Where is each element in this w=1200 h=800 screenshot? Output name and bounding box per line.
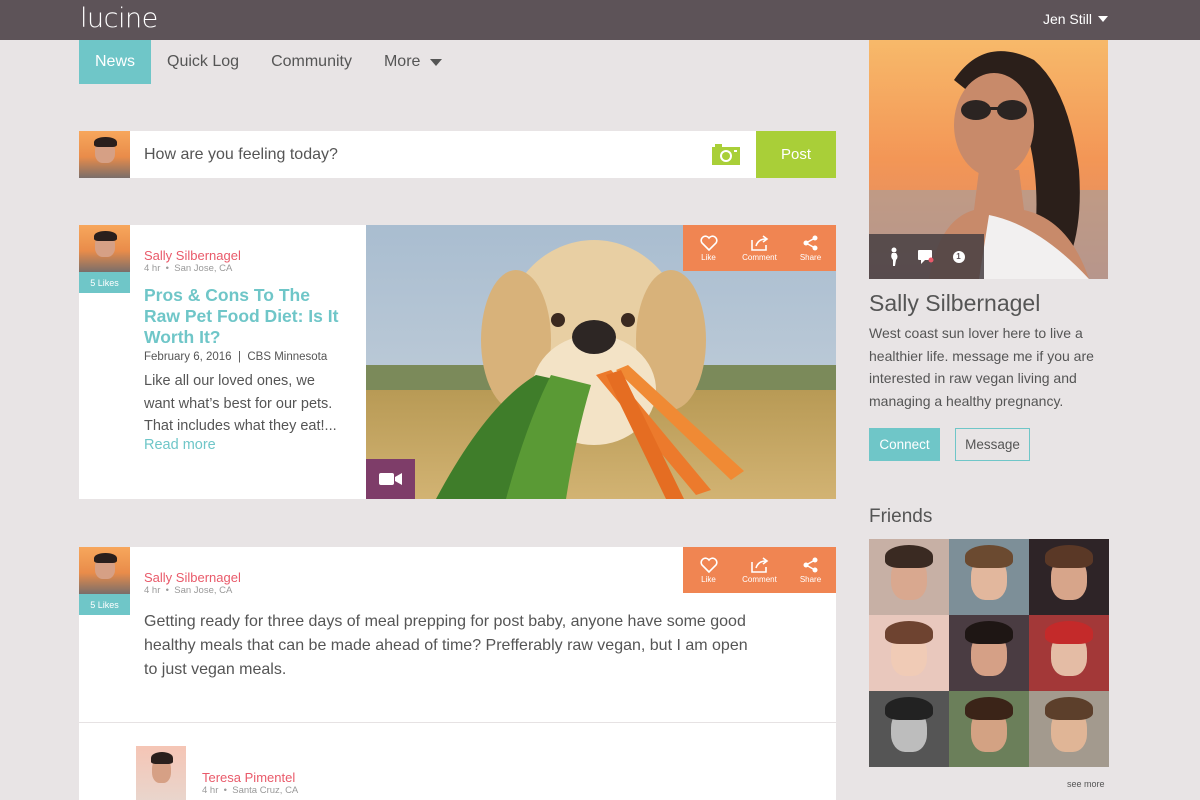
share-box-icon [750,234,768,251]
connect-button[interactable]: Connect [869,428,940,461]
read-more-link[interactable]: Read more [144,437,216,453]
tab-more[interactable]: More [368,40,458,84]
post-time: 4 hr [144,585,161,596]
comment-location: Santa Cruz, CA [232,785,299,796]
post-card: 5 Likes Sally Silbernagel 4 hr • San Jos… [79,547,836,800]
top-bar: lucine Jen Still [0,0,1200,40]
likes-badge[interactable]: 5 Likes [79,272,130,293]
comment-button[interactable]: Comment [734,225,785,271]
post-button[interactable]: Post [756,131,836,178]
friend-avatar[interactable] [949,539,1029,615]
notification-badge[interactable]: 1 [952,250,965,263]
share-box-icon [750,556,768,573]
friend-avatar[interactable] [869,539,949,615]
avatar [79,131,130,178]
tab-quick-log[interactable]: Quick Log [151,40,255,84]
chevron-down-icon [1098,16,1108,22]
likes-badge[interactable]: 5 Likes [79,594,130,615]
tab-community[interactable]: Community [255,40,368,84]
pregnancy-icon[interactable] [889,247,899,267]
like-label: Like [701,574,716,584]
profile-photo[interactable]: 1 [869,40,1108,279]
post-actions: Like Comment Share [683,225,836,271]
article-excerpt: Like all our loved ones, we want what’s … [144,373,337,434]
video-badge[interactable] [366,459,415,499]
heart-icon [699,556,718,573]
see-more-link[interactable]: see more [1067,779,1105,789]
heart-icon [699,234,718,251]
like-label: Like [701,252,716,262]
friend-avatar[interactable] [1029,539,1109,615]
share-button[interactable]: Share [785,225,836,271]
post-time: 4 hr [144,263,161,274]
friends-title: Friends [869,506,933,527]
friend-avatar[interactable] [1029,691,1109,767]
post-meta: 4 hr • San Jose, CA [144,263,233,274]
article-source: CBS Minnesota [247,351,328,363]
friend-avatar[interactable] [949,615,1029,691]
post-actions: Like Comment Share [683,547,836,593]
friend-avatar[interactable] [949,691,1029,767]
post-body: Getting ready for three days of meal pre… [144,613,748,678]
avatar[interactable] [79,547,130,594]
friend-avatar[interactable] [869,615,949,691]
friend-avatar[interactable] [1029,615,1109,691]
like-button[interactable]: Like [683,225,734,271]
comment-button[interactable]: Comment [734,547,785,593]
post-meta: 4 hr • San Jose, CA [144,585,233,596]
friends-grid [869,539,1109,767]
friend-avatar[interactable] [869,691,949,767]
post-author[interactable]: Sally Silbernagel [144,570,241,585]
user-name: Jen Still [1042,11,1092,27]
profile-stats-bar: 1 [869,234,984,279]
post-author[interactable]: Sally Silbernagel [144,248,241,263]
like-button[interactable]: Like [683,547,734,593]
share-icon [803,557,817,572]
message-button[interactable]: Message [955,428,1030,461]
share-button[interactable]: Share [785,547,836,593]
app-logo[interactable]: lucine [80,3,158,34]
comment-label: Comment [742,252,777,262]
profile-name: Sally Silbernagel [869,290,1041,316]
comment-meta: 4 hr • Santa Cruz, CA [202,785,299,796]
divider [79,722,836,723]
profile-bio: West coast sun lover here to live a heal… [869,325,1094,409]
comment-label: Comment [742,574,777,584]
share-icon [803,235,817,250]
chevron-down-icon [430,58,443,66]
status-input[interactable] [144,145,684,164]
share-label: Share [799,252,822,262]
post-composer: Post [79,131,836,178]
avatar[interactable] [136,746,186,800]
article-title[interactable]: Pros & Cons To The Raw Pet Food Diet: Is… [144,285,344,348]
article-dateline: February 6, 2016 | CBS Minnesota [144,351,328,363]
avatar[interactable] [79,225,130,272]
post-location: San Jose, CA [174,585,233,596]
comment-time: 4 hr [202,785,219,796]
post-card: 5 Likes Sally Silbernagel 4 hr • San Jos… [79,225,836,499]
tab-more-label: More [383,53,421,70]
camera-icon[interactable] [711,142,741,166]
comment-author[interactable]: Teresa Pimentel [202,770,295,785]
tab-news[interactable]: News [79,40,152,84]
video-camera-icon [378,473,402,485]
post-location: San Jose, CA [174,263,233,274]
chat-icon[interactable] [917,249,934,264]
share-label: Share [799,574,822,584]
main-nav: News Quick Log Community More [79,40,458,84]
user-menu[interactable]: Jen Still [1043,11,1108,27]
article-date: February 6, 2016 [144,351,232,363]
